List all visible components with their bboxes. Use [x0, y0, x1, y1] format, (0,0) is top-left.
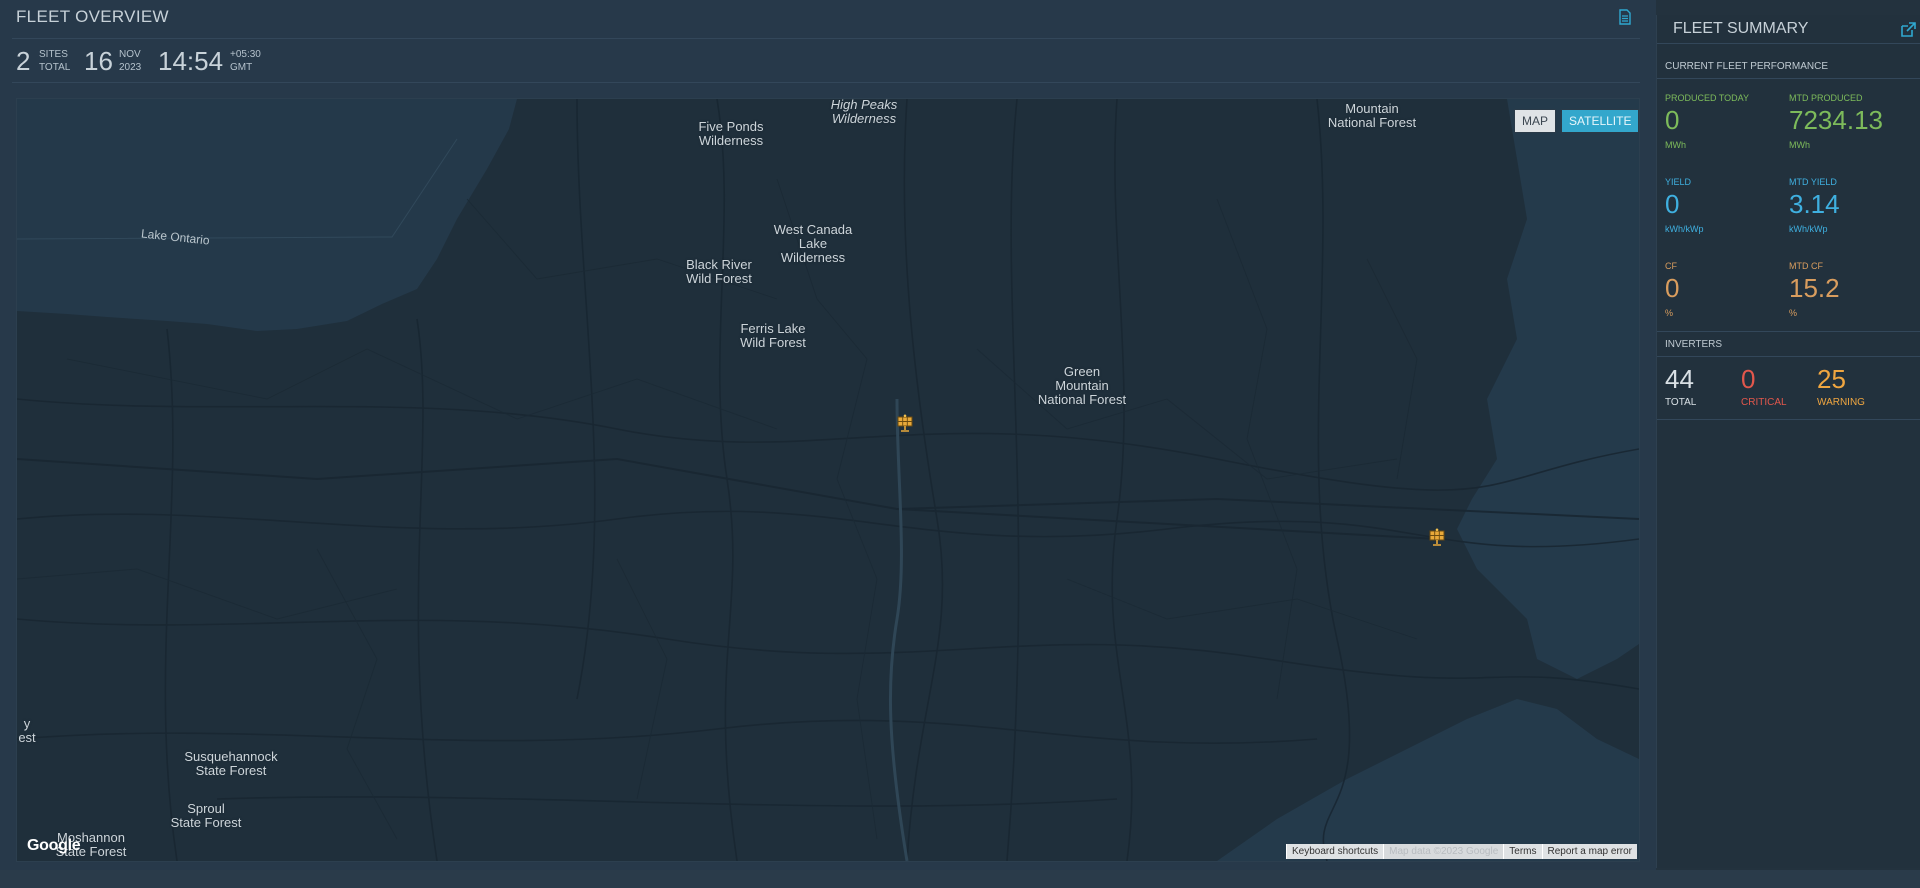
kpi-mtd-produced-value: 7234.13 [1789, 105, 1883, 135]
report-map-error-link[interactable]: Report a map error [1541, 844, 1637, 859]
document-icon[interactable] [1618, 9, 1632, 25]
map-label-high-peaks: High Peaks Wilderness [830, 98, 898, 126]
kpi-yield-label: YIELD [1665, 177, 1692, 187]
divider [1657, 43, 1920, 44]
clock-time: 14:54 [158, 46, 224, 76]
date-month-year: NOV 2023 [119, 49, 142, 73]
keyboard-shortcuts-link[interactable]: Keyboard shortcuts [1285, 844, 1384, 859]
terms-link[interactable]: Terms [1503, 844, 1542, 859]
solar-panel-icon [1429, 528, 1445, 546]
kpi-yield-unit: kWh/kWp [1665, 224, 1704, 234]
fleet-map[interactable]: High Peaks Wilderness Five Ponds Wildern… [16, 98, 1640, 862]
divider [12, 82, 1640, 83]
solar-panel-icon [897, 414, 913, 432]
map-label-mountain-national-forest: Mountain National Forest [1327, 101, 1417, 130]
kpi-mtd-cf-label: MTD CF [1789, 261, 1823, 271]
inverters-total-label: TOTAL [1665, 397, 1697, 408]
kpi-cf-label: CF [1665, 261, 1677, 271]
section-inverters: INVERTERS [1665, 339, 1723, 350]
external-link-icon[interactable] [1899, 21, 1917, 39]
inverters-critical-value: 0 [1741, 364, 1756, 394]
kpi-cf-unit: % [1665, 308, 1674, 318]
kpi-yield-value: 0 [1665, 189, 1680, 219]
inverters-warning-value: 25 [1817, 364, 1846, 394]
divider [1657, 356, 1920, 357]
kpi-mtd-yield-unit: kWh/kWp [1789, 224, 1828, 234]
bottom-strip [0, 870, 1920, 888]
map-background [17, 99, 1639, 861]
kpi-mtd-yield-label: MTD YIELD [1789, 177, 1837, 187]
inverters-total-value: 44 [1665, 364, 1694, 394]
google-logo: Google [27, 837, 81, 854]
map-data-credit: Map data ©2023 Google [1383, 844, 1504, 859]
kpi-produced-today-unit: MWh [1665, 140, 1686, 150]
map-label-forest-edge: y est [18, 716, 36, 745]
site-marker-1[interactable] [897, 414, 913, 432]
map-type-satellite-button[interactable]: SATELLITE [1561, 109, 1639, 133]
inverters-warning-label: WARNING [1817, 397, 1865, 408]
kpi-mtd-cf-unit: % [1789, 308, 1798, 318]
date-day: 16 [84, 46, 113, 76]
sites-count: 2 [16, 46, 31, 76]
map-label-sproul: Sproul State Forest [170, 801, 242, 830]
kpi-mtd-produced-label: MTD PRODUCED [1789, 93, 1863, 103]
kpi-mtd-cf-value: 15.2 [1789, 273, 1840, 303]
map-label-ferris-lake: Ferris Lake Wild Forest [740, 321, 806, 350]
fleet-summary-title: FLEET SUMMARY [1673, 20, 1809, 37]
kpi-produced-today-label: PRODUCED TODAY [1665, 93, 1750, 103]
divider [1657, 78, 1920, 79]
section-current-performance: CURRENT FLEET PERFORMANCE [1665, 61, 1828, 72]
map-label-green-mountain: Green Mountain National Forest [1037, 364, 1127, 407]
kpi-produced-today-value: 0 [1665, 105, 1680, 135]
map-label-black-river: Black River Wild Forest [686, 257, 752, 286]
kpi-cf-value: 0 [1665, 273, 1680, 303]
divider [1657, 419, 1920, 420]
site-marker-2[interactable] [1429, 528, 1445, 546]
inverters-critical-label: CRITICAL [1741, 397, 1787, 408]
map-type-map-button[interactable]: MAP [1514, 109, 1557, 133]
map-label-west-canada-lake: West Canada Lake Wilderness [773, 222, 853, 265]
divider [1657, 331, 1920, 332]
map-label-susquehannock: Susquehannock State Forest [184, 749, 278, 778]
divider [12, 38, 1640, 39]
kpi-mtd-yield-value: 3.14 [1789, 189, 1840, 219]
kpi-mtd-produced-unit: MWh [1789, 140, 1810, 150]
fleet-summary-panel: FLEET SUMMARY CURRENT FLEET PERFORMANCE … [1656, 15, 1920, 868]
sites-label: SITES TOTAL [39, 49, 71, 73]
timezone: +05:30 GMT [230, 49, 261, 73]
page-title: FLEET OVERVIEW [16, 7, 169, 26]
map-attribution: Keyboard shortcuts Map data ©2023 Google… [1285, 844, 1637, 859]
fleet-overview-panel: FLEET OVERVIEW 2 SITES TOTAL 16 NOV 2023 1… [0, 0, 1656, 888]
map-label-five-ponds: Five Ponds Wilderness [698, 119, 764, 148]
